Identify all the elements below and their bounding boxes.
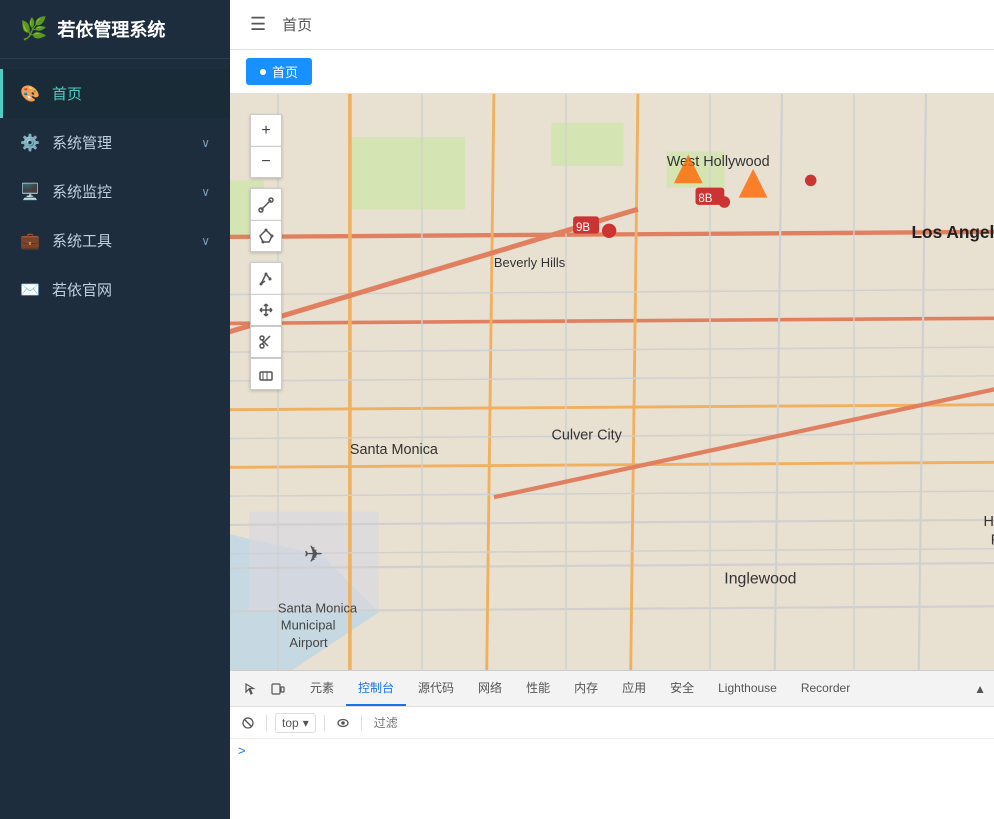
logo-text: 若依管理系统 xyxy=(57,16,165,42)
context-dropdown-icon: ▾ xyxy=(303,716,309,730)
edit-controls xyxy=(250,262,282,390)
svg-text:Inglewood: Inglewood xyxy=(724,571,796,588)
zoom-out-button[interactable]: − xyxy=(250,146,282,178)
devtools-tabs: 元素 控制台 源代码 网络 性能 内存 应用 安全 Lighthouse Rec… xyxy=(230,671,994,707)
cursor-tool-icon[interactable] xyxy=(238,677,262,701)
devtools-content: > xyxy=(230,739,994,819)
sidebar-item-label: 系统管理 xyxy=(52,132,112,153)
draw-polygon-button[interactable] xyxy=(250,220,282,252)
tools-icon: 💼 xyxy=(20,231,40,251)
svg-text:Beverly Hills: Beverly Hills xyxy=(494,255,566,270)
sidebar-item-website[interactable]: ✉️ 若依官网 xyxy=(0,265,230,314)
sidebar-nav: 🎨 首页 ⚙️ 系统管理 ∨ 🖥️ 系统监控 ∨ 💼 系统工具 ∨ ✉️ 若依官… xyxy=(0,59,230,819)
tab-application[interactable]: 应用 xyxy=(610,671,658,706)
tab-memory[interactable]: 内存 xyxy=(562,671,610,706)
console-arrow-icon: > xyxy=(238,743,246,758)
sidebar-item-system[interactable]: ⚙️ 系统管理 ∨ xyxy=(0,118,230,167)
erase-icon xyxy=(258,366,274,382)
tab-security[interactable]: 安全 xyxy=(658,671,706,706)
tab-bar: 首页 xyxy=(230,50,994,94)
main-content: ☰ 首页 首页 xyxy=(230,0,994,819)
tab-performance[interactable]: 性能 xyxy=(514,671,562,706)
recorder-badge: ▲ xyxy=(974,682,986,696)
erase-button[interactable] xyxy=(250,358,282,390)
logo-icon: 🌿 xyxy=(20,16,47,42)
sidebar-logo: 🌿 若依管理系统 xyxy=(0,0,230,59)
tab-sources[interactable]: 源代码 xyxy=(406,671,466,706)
cut-button[interactable] xyxy=(250,326,282,358)
website-icon: ✉️ xyxy=(20,280,40,300)
svg-text:8B: 8B xyxy=(698,193,712,205)
svg-text:9B: 9B xyxy=(576,222,590,234)
device-toggle-icon[interactable] xyxy=(266,677,290,701)
devtools-left-icons xyxy=(238,677,290,701)
tab-console[interactable]: 控制台 xyxy=(346,671,406,706)
recorder-icon: ▲ xyxy=(974,682,986,696)
chevron-down-icon: ∨ xyxy=(201,185,210,199)
system-icon: ⚙️ xyxy=(20,133,40,153)
tab-elements[interactable]: 元素 xyxy=(298,671,346,706)
svg-text:Santa Monica: Santa Monica xyxy=(278,600,358,615)
map-controls: + − xyxy=(250,114,282,398)
edit-button[interactable] xyxy=(250,262,282,294)
svg-text:✈: ✈ xyxy=(304,541,323,567)
cut-icon xyxy=(258,334,274,350)
chevron-down-icon: ∨ xyxy=(201,234,210,248)
draw-polygon-icon xyxy=(258,228,274,244)
sidebar-item-label: 首页 xyxy=(52,83,82,104)
svg-text:Culver City: Culver City xyxy=(552,428,623,444)
edit-icon xyxy=(258,271,274,287)
sidebar-item-monitor[interactable]: 🖥️ 系统监控 ∨ xyxy=(0,167,230,216)
header-bar: ☰ 首页 xyxy=(230,0,994,50)
console-filter-input[interactable] xyxy=(370,714,986,732)
svg-text:Municipal: Municipal xyxy=(281,618,336,633)
move-button[interactable] xyxy=(250,294,282,326)
chevron-down-icon: ∨ xyxy=(201,136,210,150)
draw-line-icon xyxy=(258,197,274,213)
map-canvas: West Hollywood Beverly Hills Los Angeles… xyxy=(230,94,994,670)
map-svg: West Hollywood Beverly Hills Los Angeles… xyxy=(230,94,994,670)
sidebar-item-label: 系统工具 xyxy=(52,230,112,251)
svg-text:Santa Monica: Santa Monica xyxy=(350,442,438,458)
tab-label: 首页 xyxy=(272,62,298,81)
active-tab-pill[interactable]: 首页 xyxy=(246,58,312,85)
tab-recorder[interactable]: Recorder xyxy=(789,673,862,705)
tab-lighthouse[interactable]: Lighthouse xyxy=(706,673,789,705)
app-container: 🌿 若依管理系统 🎨 首页 ⚙️ 系统管理 ∨ 🖥️ 系统监控 ∨ 💼 系统工具 xyxy=(0,0,994,819)
devtools-panel: 元素 控制台 源代码 网络 性能 内存 应用 安全 Lighthouse Rec… xyxy=(230,670,994,819)
draw-line-button[interactable] xyxy=(250,188,282,220)
zoom-in-button[interactable]: + xyxy=(250,114,282,146)
divider2 xyxy=(324,715,325,731)
sidebar-item-tools[interactable]: 💼 系统工具 ∨ xyxy=(0,216,230,265)
console-prompt-line: > xyxy=(238,743,986,758)
tab-network[interactable]: 网络 xyxy=(466,671,514,706)
zoom-controls: + − xyxy=(250,114,282,178)
menu-toggle-button[interactable]: ☰ xyxy=(250,14,266,35)
map-area: West Hollywood Beverly Hills Los Angeles… xyxy=(230,94,994,670)
eye-icon[interactable] xyxy=(333,713,353,733)
svg-text:Airport: Airport xyxy=(289,635,328,650)
sidebar: 🌿 若依管理系统 🎨 首页 ⚙️ 系统管理 ∨ 🖥️ 系统监控 ∨ 💼 系统工具 xyxy=(0,0,230,819)
devtools-toolbar: top ▾ xyxy=(230,707,994,739)
home-icon: 🎨 xyxy=(20,84,40,104)
svg-text:Los Angeles: Los Angeles xyxy=(912,222,994,242)
draw-controls xyxy=(250,188,282,252)
sidebar-item-label: 若依官网 xyxy=(52,279,112,300)
monitor-icon: 🖥️ xyxy=(20,182,40,202)
sidebar-item-label: 系统监控 xyxy=(52,181,112,202)
divider3 xyxy=(361,715,362,731)
context-label: top xyxy=(282,716,299,730)
block-icon[interactable] xyxy=(238,713,258,733)
svg-text:Huntington: Huntington xyxy=(984,514,994,530)
tab-dot xyxy=(260,69,266,75)
sidebar-item-home[interactable]: 🎨 首页 xyxy=(0,69,230,118)
move-icon xyxy=(258,302,274,318)
divider xyxy=(266,715,267,731)
header-title: 首页 xyxy=(282,14,312,35)
context-selector[interactable]: top ▾ xyxy=(275,713,316,733)
